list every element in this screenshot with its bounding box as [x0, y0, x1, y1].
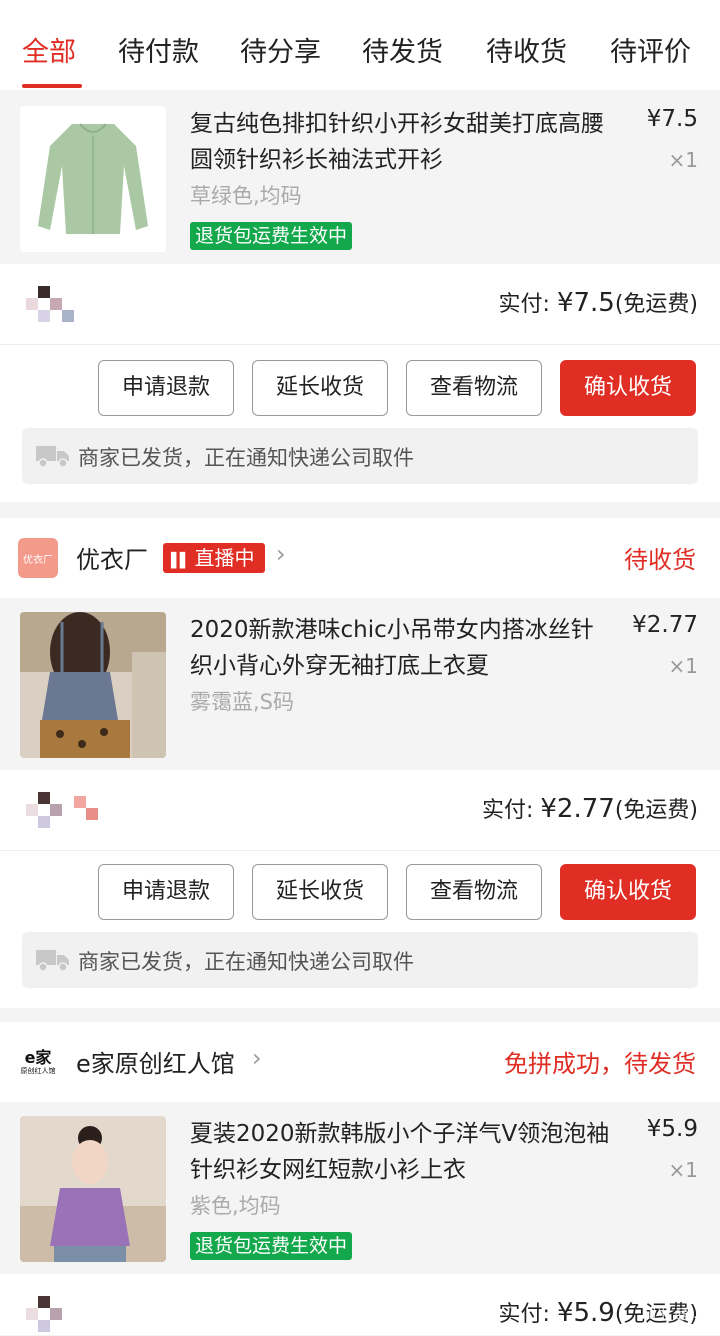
product-price: ¥7.5 — [646, 106, 698, 132]
return-shipping-badge: 退货包运费生效中 — [190, 222, 353, 250]
tab-pending-receipt[interactable]: 待收货 — [486, 30, 567, 69]
live-bars-icon: ▌▌ — [171, 553, 190, 569]
product-quantity: ×1 — [668, 148, 698, 172]
product-variant: 紫色,均码 — [190, 1194, 281, 1218]
order-card: 优衣厂 优衣厂 ▌▌ 直播中 › 待收货 2020新款港味chic小吊带女内搭冰丝… — [0, 518, 720, 1008]
shop-name[interactable]: e家原创红人馆 — [76, 1044, 235, 1079]
confirm-receipt-button[interactable]: 确认收货 — [560, 864, 696, 920]
confirm-receipt-button[interactable]: 确认收货 — [560, 360, 696, 416]
tab-all[interactable]: 全部 — [22, 30, 76, 69]
divider — [0, 344, 720, 345]
refund-button[interactable]: 申请退款 — [98, 864, 234, 920]
payment-row: 实付: ¥7.5(免运费) — [0, 264, 720, 344]
live-badge[interactable]: ▌▌ 直播中 — [163, 543, 265, 573]
order-status-tabs: 全部 待付款 待分享 待发货 待收货 待评价 — [0, 0, 720, 90]
payment-row: 实付: ¥5.9(免运费) — [0, 1274, 720, 1335]
product-title[interactable]: 夏装2020新款韩版小个子洋气V领泡泡袖针织衫女网红短款小衫上衣 — [190, 1116, 610, 1188]
extend-receipt-button[interactable]: 延长收货 — [252, 864, 388, 920]
product-quantity: ×1 — [668, 654, 698, 678]
shop-header[interactable]: e家 原创红人馆 e家原创红人馆 › 免拼成功，待发货 — [0, 1022, 720, 1102]
watermark: 知乎 @... — [642, 1306, 702, 1322]
truck-icon — [36, 446, 69, 468]
product-image[interactable] — [20, 1116, 166, 1262]
product-price: ¥2.77 — [632, 612, 698, 638]
truck-icon — [36, 950, 69, 972]
product-title[interactable]: 2020新款港味chic小吊带女内搭冰丝针织小背心外穿无袖打底上衣夏 — [190, 612, 610, 684]
product-price: ¥5.9 — [646, 1116, 698, 1142]
shop-logo: e家 原创红人馆 — [18, 1042, 58, 1082]
tab-pending-review[interactable]: 待评价 — [610, 30, 691, 69]
order-card: 复古纯色排扣针织小开衫女甜美打底高腰圆领针织衫长袖法式开衫 ¥7.5 ×1 草绿… — [0, 92, 720, 502]
order-status: 待收货 — [624, 546, 696, 574]
paid-label: 实付: — [498, 1302, 557, 1327]
logistics-notice[interactable]: 商家已发货，正在通知快递公司取件 — [22, 428, 698, 484]
logistics-notice[interactable]: 商家已发货，正在通知快递公司取件 — [22, 932, 698, 988]
shop-logo-subtitle: 原创红人馆 — [20, 1066, 56, 1075]
action-buttons: 申请退款 延长收货 查看物流 确认收货 — [0, 864, 720, 934]
shipping-note: (免运费) — [614, 292, 698, 317]
paid-value: ¥7.5 — [556, 288, 615, 318]
product-image[interactable] — [20, 612, 166, 758]
product-variant: 草绿色,均码 — [190, 184, 302, 208]
shop-header[interactable]: 优衣厂 优衣厂 ▌▌ 直播中 › 待收货 — [0, 518, 720, 598]
shop-logo-mark: e家 — [24, 1047, 52, 1067]
paid-value: ¥2.77 — [540, 794, 615, 824]
paid-value: ¥5.9 — [556, 1298, 615, 1328]
paid-label: 实付: — [481, 798, 541, 823]
tab-pending-payment[interactable]: 待付款 — [118, 30, 199, 69]
product-image[interactable] — [20, 106, 166, 252]
payment-row: 实付: ¥2.77(免运费) — [0, 770, 720, 850]
paid-amount: 实付: ¥2.77(免运费) — [482, 792, 698, 824]
buyer-avatar — [26, 1296, 78, 1336]
live-label: 直播中 — [194, 546, 255, 570]
action-buttons: 申请退款 延长收货 查看物流 确认收货 — [0, 360, 720, 430]
paid-label: 实付: — [498, 292, 557, 317]
order-card: e家 原创红人馆 e家原创红人馆 › 免拼成功，待发货 夏装2020新款韩版小个… — [0, 1022, 720, 1335]
active-tab-indicator — [22, 84, 82, 88]
extend-receipt-button[interactable]: 延长收货 — [252, 360, 388, 416]
order-status: 免拼成功，待发货 — [504, 1050, 696, 1078]
track-shipment-button[interactable]: 查看物流 — [406, 360, 542, 416]
shop-logo: 优衣厂 — [18, 538, 58, 578]
product-quantity: ×1 — [668, 1158, 698, 1182]
chevron-right-icon: › — [252, 1044, 262, 1072]
buyer-avatar — [26, 286, 78, 326]
return-shipping-badge: 退货包运费生效中 — [190, 1232, 353, 1260]
shop-name[interactable]: 优衣厂 — [76, 540, 148, 575]
divider — [0, 850, 720, 851]
tab-pending-share[interactable]: 待分享 — [240, 30, 321, 69]
shipping-note: (免运费) — [614, 798, 698, 823]
logistics-notice-text: 商家已发货，正在通知快递公司取件 — [78, 446, 414, 470]
product-title[interactable]: 复古纯色排扣针织小开衫女甜美打底高腰圆领针织衫长袖法式开衫 — [190, 106, 610, 178]
product-row[interactable]: 2020新款港味chic小吊带女内搭冰丝针织小背心外穿无袖打底上衣夏 ¥2.77… — [0, 598, 720, 770]
product-variant: 雾霭蓝,S码 — [190, 690, 295, 714]
paid-amount: 实付: ¥7.5(免运费) — [499, 286, 698, 318]
logistics-notice-text: 商家已发货，正在通知快递公司取件 — [78, 950, 414, 974]
product-row[interactable]: 夏装2020新款韩版小个子洋气V领泡泡袖针织衫女网红短款小衫上衣 ¥5.9 ×1… — [0, 1102, 720, 1274]
tab-pending-shipment[interactable]: 待发货 — [362, 30, 443, 69]
buyer-avatar — [26, 792, 98, 832]
chevron-right-icon: › — [276, 540, 286, 568]
product-row[interactable]: 复古纯色排扣针织小开衫女甜美打底高腰圆领针织衫长袖法式开衫 ¥7.5 ×1 草绿… — [0, 92, 720, 264]
refund-button[interactable]: 申请退款 — [98, 360, 234, 416]
track-shipment-button[interactable]: 查看物流 — [406, 864, 542, 920]
